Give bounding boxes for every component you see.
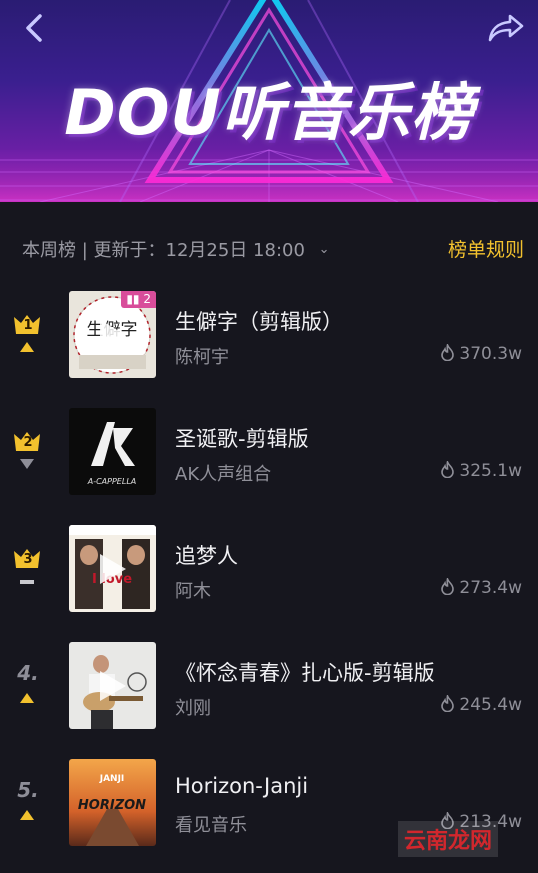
- song-title: Horizon-Janji: [175, 774, 309, 798]
- flame-icon: [441, 578, 455, 595]
- trend-flat-icon: [20, 580, 34, 584]
- play-icon[interactable]: [98, 552, 128, 586]
- trend-up-icon: [20, 693, 34, 703]
- cover-text: A-CAPPELLA: [87, 477, 137, 486]
- chart-header-banner: DOU听音乐榜: [0, 0, 538, 202]
- song-row[interactable]: 3 I love 追梦人 阿木 273.4w: [0, 520, 538, 637]
- rank-number: 1: [23, 318, 33, 333]
- song-row[interactable]: 4. 《怀念青春》扎心版-剪辑版 刘刚 245.4w: [0, 637, 538, 754]
- chart-rules-link[interactable]: 榜单规则: [448, 235, 524, 262]
- heat-count: 273.4w: [440, 578, 522, 598]
- chevron-down-icon: ⌄: [318, 242, 330, 257]
- artist-name: 阿木: [175, 581, 211, 602]
- artist-name: 刘刚: [175, 698, 211, 719]
- chart-meta-bar: 本周榜 | 更新于：12月25日 18:00 ⌄ 榜单规则: [0, 202, 538, 286]
- trend-down-icon: [20, 459, 34, 469]
- song-title: 追梦人: [175, 544, 238, 568]
- artist-name: 看见音乐: [175, 815, 247, 836]
- song-row[interactable]: 1 生僻字 ▮▮ 2 生僻字（剪辑版） 陈柯宇 370.3w: [0, 286, 538, 403]
- heat-count: 370.3w: [440, 344, 522, 364]
- rank-indicator: 3: [10, 542, 46, 602]
- trend-up-icon: [20, 342, 34, 352]
- board-name: 本周榜: [22, 240, 76, 261]
- back-button[interactable]: [18, 10, 54, 46]
- heat-count: 325.1w: [440, 461, 522, 481]
- cover-text: HORIZON: [78, 798, 146, 813]
- rank-number: 3: [23, 552, 33, 567]
- cover-artist-text: JANJI: [99, 774, 125, 784]
- rank-number: 5.: [17, 778, 39, 802]
- song-list: 1 生僻字 ▮▮ 2 生僻字（剪辑版） 陈柯宇 370.3w 2: [0, 286, 538, 871]
- rank-change-badge: ▮▮ 2: [121, 291, 156, 308]
- cover-art: A-CAPPELLA: [69, 408, 156, 495]
- page-title: DOU听音乐榜: [64, 76, 474, 149]
- album-cover[interactable]: JANJI HORIZON: [69, 759, 156, 846]
- song-title: 圣诞歌-剪辑版: [175, 427, 309, 451]
- share-button[interactable]: [486, 10, 526, 46]
- album-cover[interactable]: 生僻字 ▮▮ 2: [69, 291, 156, 378]
- artist-name: AK人声组合: [175, 464, 272, 485]
- chevron-left-icon: [26, 14, 42, 42]
- flame-icon: [441, 461, 455, 478]
- rank-indicator: 5.: [10, 776, 46, 836]
- update-info[interactable]: 本周榜 | 更新于：12月25日 18:00 ⌄: [22, 236, 330, 262]
- flame-icon: [441, 695, 455, 712]
- rank-indicator: 2: [10, 425, 46, 485]
- album-cover[interactable]: [69, 642, 156, 729]
- separator: |: [76, 240, 94, 261]
- cover-art: JANJI HORIZON: [69, 759, 156, 846]
- song-row[interactable]: 2 A-CAPPELLA 圣诞歌-剪辑版 AK人声组合 325.1w: [0, 403, 538, 520]
- artist-name: 陈柯宇: [175, 347, 229, 368]
- album-cover[interactable]: I love: [69, 525, 156, 612]
- rank-number: 2: [23, 435, 33, 450]
- play-icon[interactable]: [98, 318, 128, 352]
- flame-icon: [441, 344, 455, 361]
- trend-up-icon: [20, 810, 34, 820]
- play-icon[interactable]: [98, 669, 128, 703]
- song-title: 生僻字（剪辑版）: [175, 310, 343, 334]
- heat-count: 245.4w: [440, 695, 522, 715]
- share-arrow-icon: [488, 14, 524, 42]
- album-cover[interactable]: A-CAPPELLA: [69, 408, 156, 495]
- rank-number: 4.: [17, 661, 39, 685]
- site-watermark: 云南龙网: [397, 821, 498, 857]
- rank-indicator: 1: [10, 308, 46, 368]
- update-time: 更新于：12月25日 18:00: [93, 240, 305, 261]
- rank-indicator: 4.: [10, 659, 46, 719]
- song-title: 《怀念青春》扎心版-剪辑版: [175, 661, 435, 685]
